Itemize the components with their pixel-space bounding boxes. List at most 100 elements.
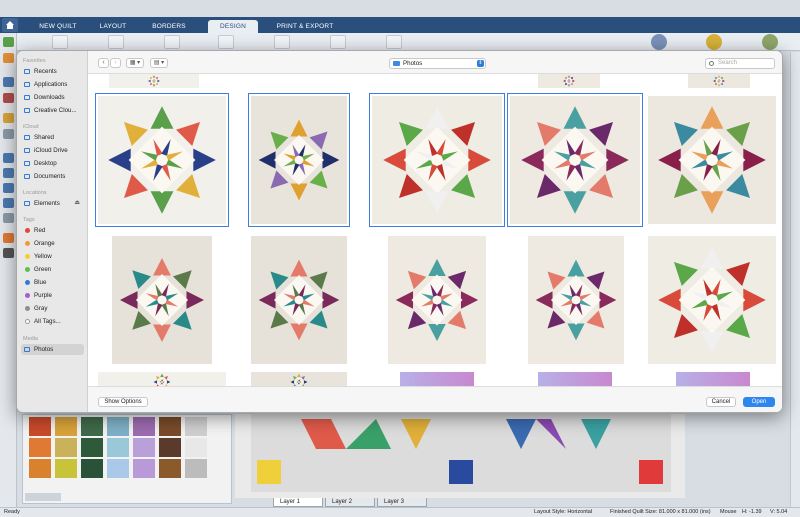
photo-thumbnail[interactable] bbox=[248, 93, 350, 227]
sidebar-item-photos[interactable]: Photos bbox=[21, 344, 84, 355]
zoom-out-icon[interactable] bbox=[3, 168, 14, 178]
grid-tool-icon[interactable] bbox=[164, 35, 180, 49]
fabric-swatch[interactable] bbox=[159, 459, 181, 478]
settings-gear-icon[interactable] bbox=[3, 248, 14, 258]
open-button[interactable]: Open bbox=[743, 397, 775, 407]
sidebar-item-recents[interactable]: Recents bbox=[21, 66, 84, 77]
photo-thumbnail[interactable] bbox=[507, 93, 643, 227]
fabric-library-icon[interactable] bbox=[762, 34, 778, 50]
fabric-swatch[interactable] bbox=[107, 417, 129, 436]
sidebar-item-creative-cloud[interactable]: Creative Clou... bbox=[21, 105, 84, 116]
tab-layer-1[interactable]: Layer 1 bbox=[273, 498, 323, 507]
photo-thumbnail[interactable] bbox=[528, 236, 624, 364]
sidebar-item-shared[interactable]: Shared bbox=[21, 132, 84, 143]
fabric-swatch[interactable] bbox=[185, 417, 207, 436]
zoom-actual-icon[interactable] bbox=[3, 198, 14, 208]
photo-thumbnail[interactable] bbox=[538, 372, 612, 386]
ruler-icon[interactable] bbox=[3, 213, 14, 223]
block-tool-icon[interactable] bbox=[52, 35, 68, 49]
fabric-swatch[interactable] bbox=[81, 438, 103, 457]
sidebar-item-applications[interactable]: Applications bbox=[21, 79, 84, 90]
undo-icon[interactable] bbox=[3, 129, 14, 139]
tab-design[interactable]: DESIGN bbox=[208, 20, 258, 33]
view-mode-button[interactable]: ▦ ▾ bbox=[126, 58, 144, 68]
sidebar-tag-purple[interactable]: Purple bbox=[21, 290, 84, 301]
photo-thumbnail[interactable] bbox=[98, 372, 226, 386]
zoom-fit-icon[interactable] bbox=[3, 183, 14, 193]
photo-thumbnail[interactable] bbox=[688, 74, 750, 88]
location-popup[interactable]: Photos ⇕ bbox=[389, 58, 486, 69]
fabric-swatch[interactable] bbox=[107, 459, 129, 478]
photo-thumbnail[interactable] bbox=[648, 96, 776, 224]
edit-tool-icon[interactable] bbox=[386, 35, 402, 49]
sidebar-tag-orange[interactable]: Orange bbox=[21, 238, 84, 249]
fabric-swatch[interactable] bbox=[81, 459, 103, 478]
forward-button[interactable]: › bbox=[110, 58, 121, 68]
show-options-button[interactable]: Show Options bbox=[98, 397, 148, 407]
tab-print-export[interactable]: PRINT & EXPORT bbox=[270, 20, 340, 33]
sidebar-item-documents[interactable]: Documents bbox=[21, 171, 84, 182]
fabric-swatch[interactable] bbox=[133, 417, 155, 436]
search-input[interactable]: Search bbox=[705, 58, 775, 69]
tab-borders[interactable]: BORDERS bbox=[142, 20, 196, 33]
zoom-in-icon[interactable] bbox=[3, 153, 14, 163]
sidebar-item-icloud-drive[interactable]: iCloud Drive bbox=[21, 145, 84, 156]
text-tool-icon[interactable] bbox=[274, 35, 290, 49]
photo-thumbnail[interactable] bbox=[95, 93, 229, 227]
photo-thumbnail[interactable] bbox=[676, 372, 750, 386]
line-tool-icon[interactable] bbox=[108, 35, 124, 49]
photo-thumbnail[interactable] bbox=[538, 74, 600, 88]
tab-layer-3[interactable]: Layer 3 bbox=[377, 498, 427, 507]
tab-layout[interactable]: LAYOUT bbox=[90, 20, 136, 33]
photo-thumbnail[interactable] bbox=[369, 93, 505, 227]
fabric-swatch[interactable] bbox=[185, 459, 207, 478]
color-wheel-icon[interactable] bbox=[651, 34, 667, 50]
fabric-swatch[interactable] bbox=[29, 459, 51, 478]
folder-icon[interactable] bbox=[3, 53, 14, 63]
save-icon[interactable] bbox=[3, 77, 14, 87]
sidebar-tag-green[interactable]: Green bbox=[21, 264, 84, 275]
fabric-swatch[interactable] bbox=[133, 459, 155, 478]
sidebar-item-all-tags[interactable]: All Tags... bbox=[21, 316, 84, 327]
fabric-swatch[interactable] bbox=[29, 438, 51, 457]
eyedropper-icon[interactable] bbox=[706, 34, 722, 50]
photo-thumbnail[interactable] bbox=[112, 236, 212, 364]
eject-icon[interactable]: ⏏ bbox=[74, 198, 80, 209]
fabric-swatch[interactable] bbox=[55, 417, 77, 436]
vertical-scrollbar[interactable] bbox=[790, 52, 800, 507]
fabric-swatch[interactable] bbox=[159, 417, 181, 436]
tab-new-quilt[interactable]: NEW QUILT bbox=[30, 20, 86, 33]
leaf-tool-icon[interactable] bbox=[330, 35, 346, 49]
applique-tool-icon[interactable] bbox=[218, 35, 234, 49]
photo-thumbnail[interactable] bbox=[648, 236, 776, 364]
tab-layer-2[interactable]: Layer 2 bbox=[325, 498, 375, 507]
sidebar-item-downloads[interactable]: Downloads bbox=[21, 92, 84, 103]
group-button[interactable]: ▤ ▾ bbox=[150, 58, 168, 68]
fabric-swatch[interactable] bbox=[81, 417, 103, 436]
help-icon[interactable] bbox=[3, 233, 14, 243]
sidebar-tag-gray[interactable]: Gray bbox=[21, 303, 84, 314]
fabric-swatch[interactable] bbox=[55, 438, 77, 457]
fabric-swatch[interactable] bbox=[55, 459, 77, 478]
sidebar-item-elements[interactable]: Elements ⏏ bbox=[21, 198, 84, 209]
quilt-canvas[interactable] bbox=[235, 414, 685, 498]
select-tool-icon[interactable] bbox=[3, 37, 14, 47]
pencil-icon[interactable] bbox=[3, 113, 14, 123]
back-button[interactable]: ‹ bbox=[98, 58, 109, 68]
palette-view-toggle[interactable] bbox=[25, 493, 61, 501]
sidebar-item-desktop[interactable]: Desktop bbox=[21, 158, 84, 169]
sidebar-tag-yellow[interactable]: Yellow bbox=[21, 251, 84, 262]
photo-thumbnail[interactable] bbox=[388, 236, 486, 364]
photo-thumbnail[interactable] bbox=[251, 372, 347, 386]
fabric-swatch[interactable] bbox=[185, 438, 207, 457]
photo-thumbnail[interactable] bbox=[251, 236, 347, 364]
cancel-button[interactable]: Cancel bbox=[706, 397, 736, 407]
print-icon[interactable] bbox=[3, 93, 14, 103]
photo-thumbnail[interactable] bbox=[109, 74, 199, 88]
quilt-layout[interactable] bbox=[251, 414, 671, 492]
photo-thumbnail[interactable] bbox=[400, 372, 474, 386]
home-icon[interactable] bbox=[2, 18, 18, 32]
sidebar-tag-blue[interactable]: Blue bbox=[21, 277, 84, 288]
sidebar-tag-red[interactable]: Red bbox=[21, 225, 84, 236]
fabric-swatch[interactable] bbox=[159, 438, 181, 457]
